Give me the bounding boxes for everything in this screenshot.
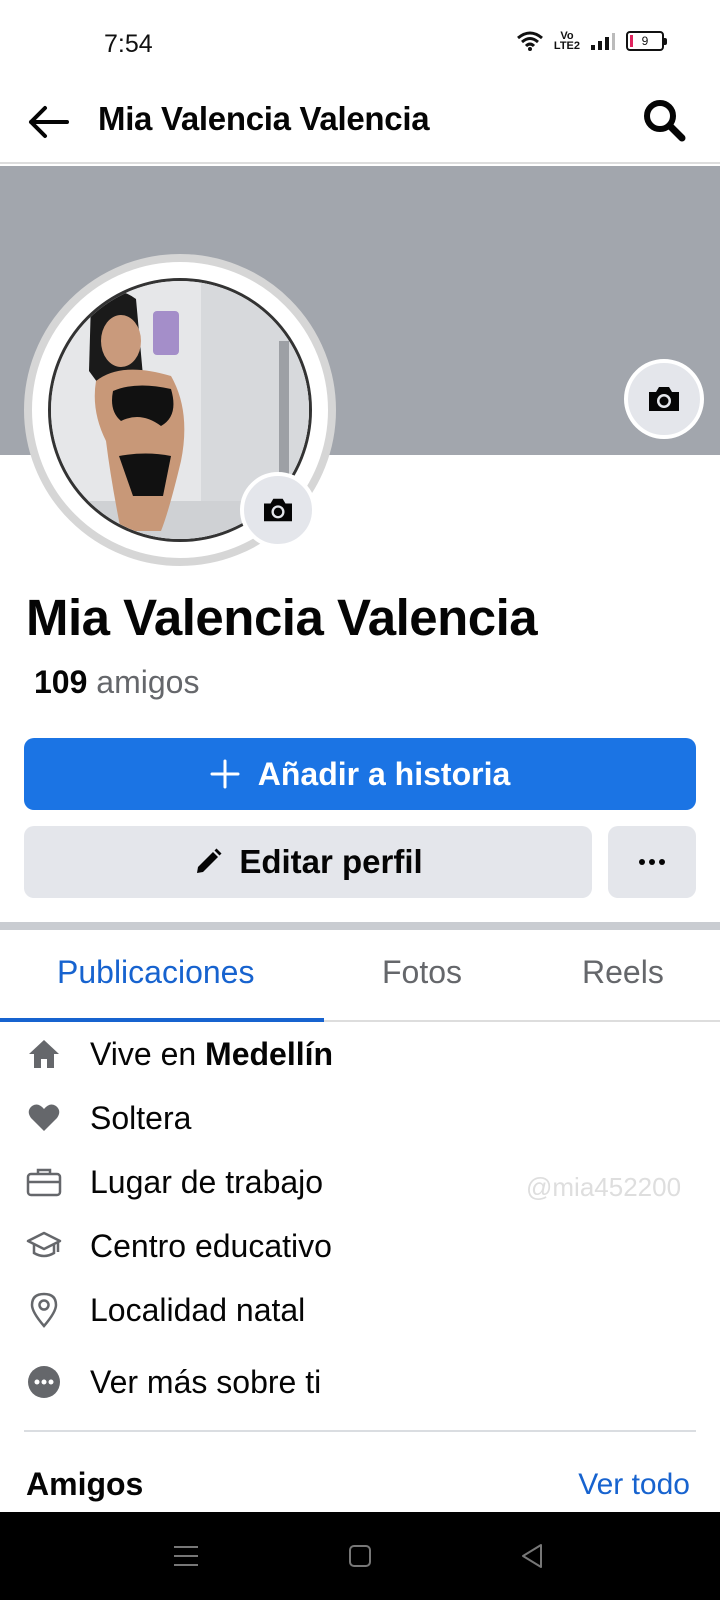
triangle-back-icon bbox=[522, 1544, 542, 1568]
plus-icon bbox=[210, 759, 240, 789]
add-to-story-button[interactable]: Añadir a historia bbox=[24, 738, 696, 810]
friends-section-title: Amigos bbox=[26, 1466, 144, 1502]
status-icons: Vo LTE2 9 bbox=[516, 30, 667, 52]
detail-relationship[interactable]: Soltera bbox=[0, 1088, 720, 1148]
see-more-about-you-text: Ver más sobre ti bbox=[90, 1363, 322, 1400]
recent-apps-button[interactable] bbox=[166, 1538, 206, 1574]
square-icon bbox=[349, 1545, 371, 1567]
detail-hometown[interactable]: Localidad natal bbox=[0, 1280, 720, 1340]
briefcase-icon bbox=[24, 1162, 64, 1202]
arrow-left-icon bbox=[29, 106, 69, 138]
volte-icon: Vo LTE2 bbox=[553, 30, 580, 52]
detail-lives-in-text: Vive en Medellín bbox=[90, 1035, 334, 1072]
friends-label: amigos bbox=[87, 664, 200, 700]
page-title: Mia Valencia Valencia bbox=[98, 100, 430, 137]
more-dots-circle-icon bbox=[24, 1362, 64, 1402]
camera-icon bbox=[649, 387, 679, 411]
detail-workplace-text: Lugar de trabajo bbox=[90, 1163, 324, 1200]
status-time: 7:54 bbox=[104, 30, 153, 58]
friends-number: 109 bbox=[34, 664, 88, 700]
profile-tabs: Publicaciones Fotos Reels bbox=[0, 930, 720, 1022]
detail-relationship-text: Soltera bbox=[90, 1099, 192, 1136]
tiktok-watermark: @mia452200 bbox=[526, 1172, 682, 1202]
wifi-icon bbox=[516, 31, 543, 51]
detail-education[interactable]: Centro educativo bbox=[0, 1216, 720, 1276]
more-options-button[interactable] bbox=[608, 826, 696, 898]
edit-profile-button[interactable]: Editar perfil bbox=[24, 826, 592, 898]
section-separator bbox=[0, 922, 720, 930]
profile-name: Mia Valencia Valencia bbox=[26, 589, 538, 646]
tab-reels[interactable]: Reels bbox=[582, 954, 664, 991]
edit-cover-button[interactable] bbox=[624, 359, 704, 439]
detail-hometown-text: Localidad natal bbox=[90, 1291, 306, 1328]
graduation-cap-icon bbox=[24, 1226, 64, 1266]
edit-profile-picture-button[interactable] bbox=[240, 472, 316, 548]
home-button[interactable] bbox=[340, 1538, 380, 1574]
back-button[interactable] bbox=[22, 96, 74, 148]
detail-lives-in[interactable]: Vive en Medellín bbox=[0, 1024, 720, 1084]
top-app-bar: Mia Valencia Valencia bbox=[0, 84, 720, 164]
menu-icon bbox=[174, 1546, 198, 1566]
edit-profile-label: Editar perfil bbox=[239, 843, 423, 880]
see-all-friends-link[interactable]: Ver todo bbox=[578, 1468, 690, 1502]
heart-icon bbox=[24, 1098, 64, 1138]
more-dots-icon bbox=[639, 859, 665, 865]
battery-icon: 9 bbox=[626, 31, 667, 51]
divider bbox=[24, 1430, 696, 1432]
tab-publicaciones[interactable]: Publicaciones bbox=[57, 954, 254, 991]
camera-icon bbox=[264, 498, 292, 522]
location-pin-icon bbox=[24, 1290, 64, 1330]
add-to-story-label: Añadir a historia bbox=[257, 755, 511, 792]
status-bar: 7:54 Vo LTE2 9 bbox=[0, 0, 720, 84]
friends-count[interactable]: 109 amigos bbox=[34, 664, 199, 701]
tab-fotos[interactable]: Fotos bbox=[382, 954, 462, 991]
search-button[interactable] bbox=[638, 94, 690, 146]
see-more-about-you[interactable]: Ver más sobre ti bbox=[0, 1352, 720, 1412]
search-icon bbox=[644, 100, 686, 142]
detail-education-text: Centro educativo bbox=[90, 1227, 332, 1264]
home-icon bbox=[24, 1034, 64, 1074]
pencil-icon bbox=[197, 848, 222, 873]
system-navigation-bar bbox=[0, 1512, 720, 1600]
back-nav-button[interactable] bbox=[512, 1538, 552, 1574]
signal-icon bbox=[591, 33, 615, 50]
active-tab-indicator bbox=[0, 1018, 324, 1022]
